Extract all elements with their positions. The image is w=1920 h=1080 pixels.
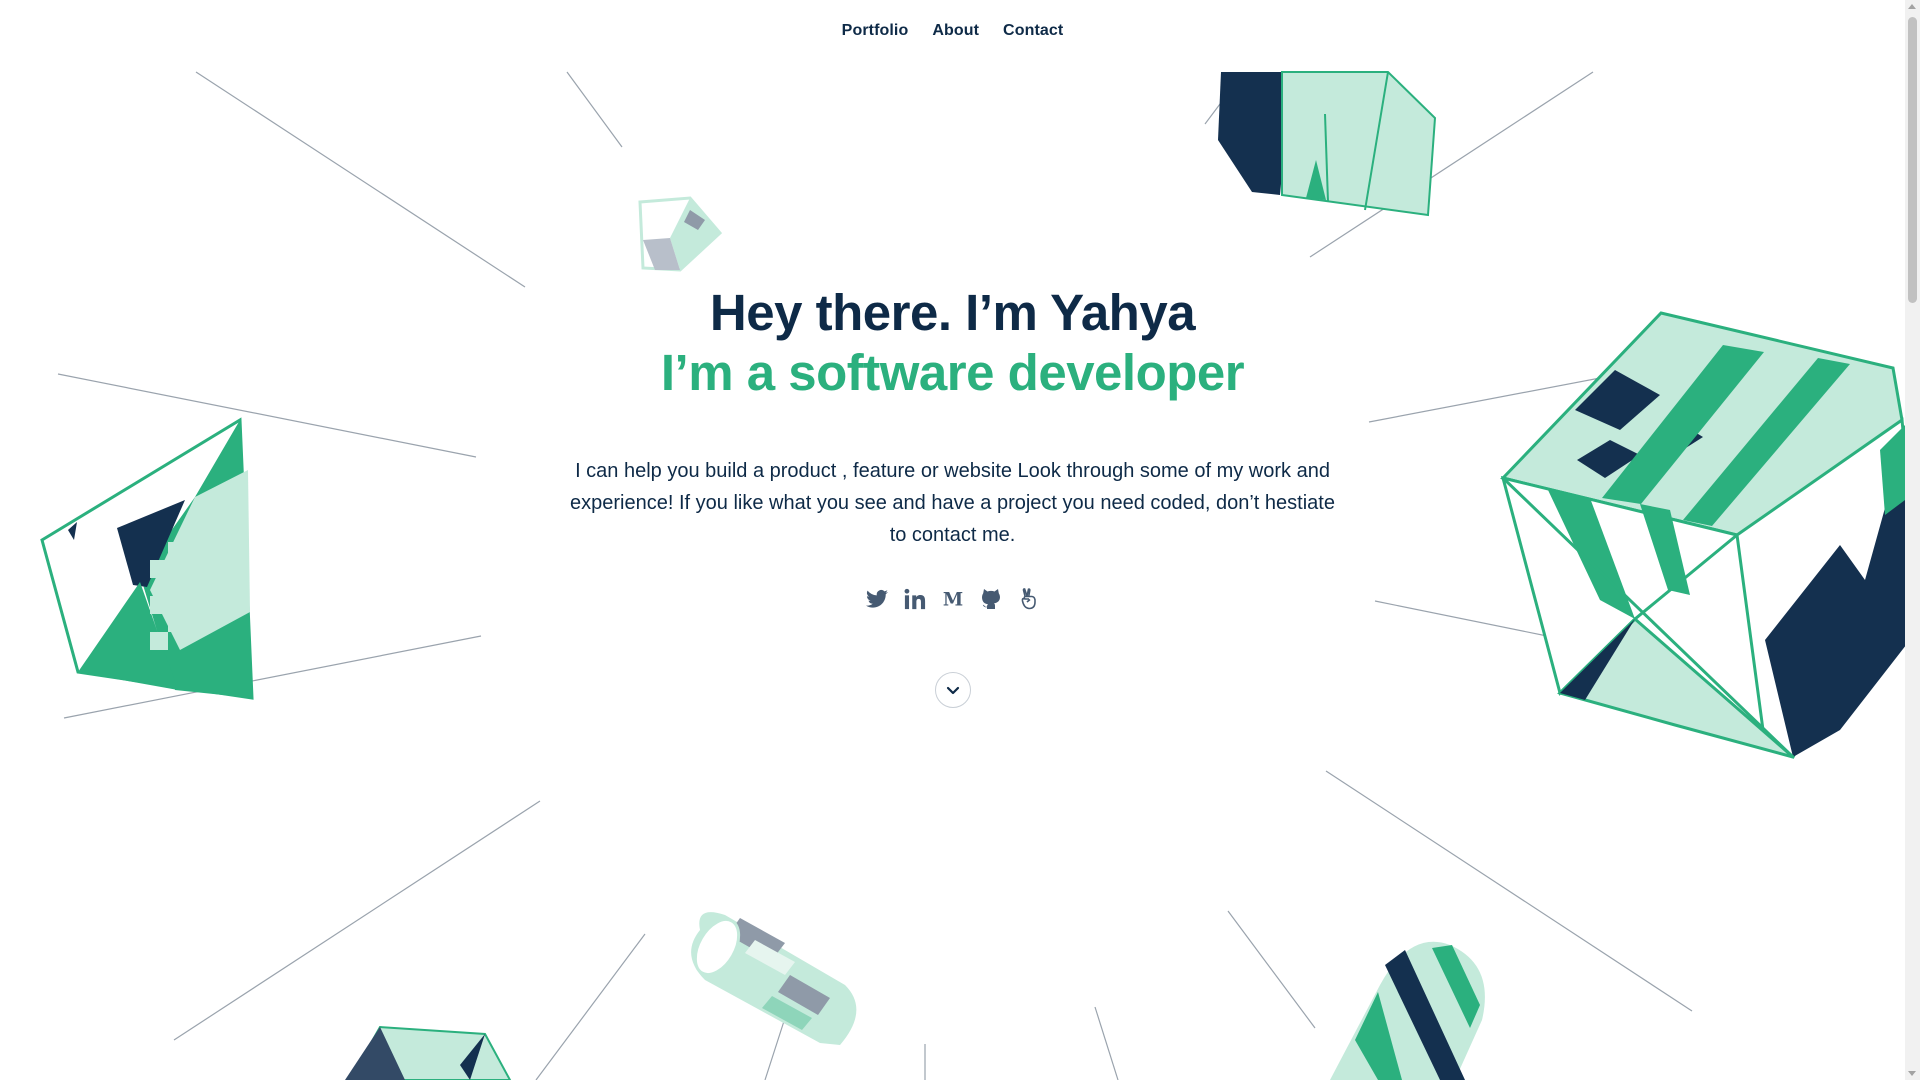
svg-text:M: M: [942, 589, 962, 609]
github-icon[interactable]: [979, 587, 1003, 611]
nav-about-link[interactable]: About: [932, 22, 979, 40]
social-links: M: [0, 587, 1905, 611]
nav-contact-link[interactable]: Contact: [1003, 22, 1063, 40]
hero-section: Hey there. I’m Yahya I’m a software deve…: [0, 283, 1905, 403]
chevron-down-icon: [946, 686, 960, 695]
medium-icon[interactable]: M: [941, 587, 965, 611]
main-nav: Portfolio About Contact: [0, 22, 1905, 40]
angellist-icon[interactable]: [1017, 587, 1041, 611]
nav-portfolio-link[interactable]: Portfolio: [842, 22, 909, 40]
scroll-down-arrow-icon[interactable]: [1908, 1071, 1916, 1076]
bottom-pill-shape: [691, 912, 857, 1045]
bottom-left-tent-shape: [345, 1025, 512, 1080]
hero-bio: I can help you build a product , feature…: [570, 460, 1335, 546]
small-cube-shape: [638, 196, 723, 272]
left-pyramid-shape: [40, 417, 254, 700]
top-right-block-shape: [1218, 71, 1437, 217]
scroll-down-button[interactable]: [935, 672, 971, 708]
radiating-lines: [57, 71, 1693, 1080]
page-scrollbar[interactable]: [1905, 0, 1920, 1080]
scrollbar-thumb[interactable]: [1908, 17, 1917, 303]
hero-role: I’m a software developer: [660, 344, 1245, 401]
hero-greeting: Hey there. I’m Yahya: [709, 284, 1196, 341]
bottom-right-pill-shape: [1330, 941, 1485, 1080]
scroll-up-arrow-icon[interactable]: [1908, 4, 1916, 9]
twitter-icon[interactable]: [865, 587, 889, 611]
linkedin-icon[interactable]: [903, 587, 927, 611]
